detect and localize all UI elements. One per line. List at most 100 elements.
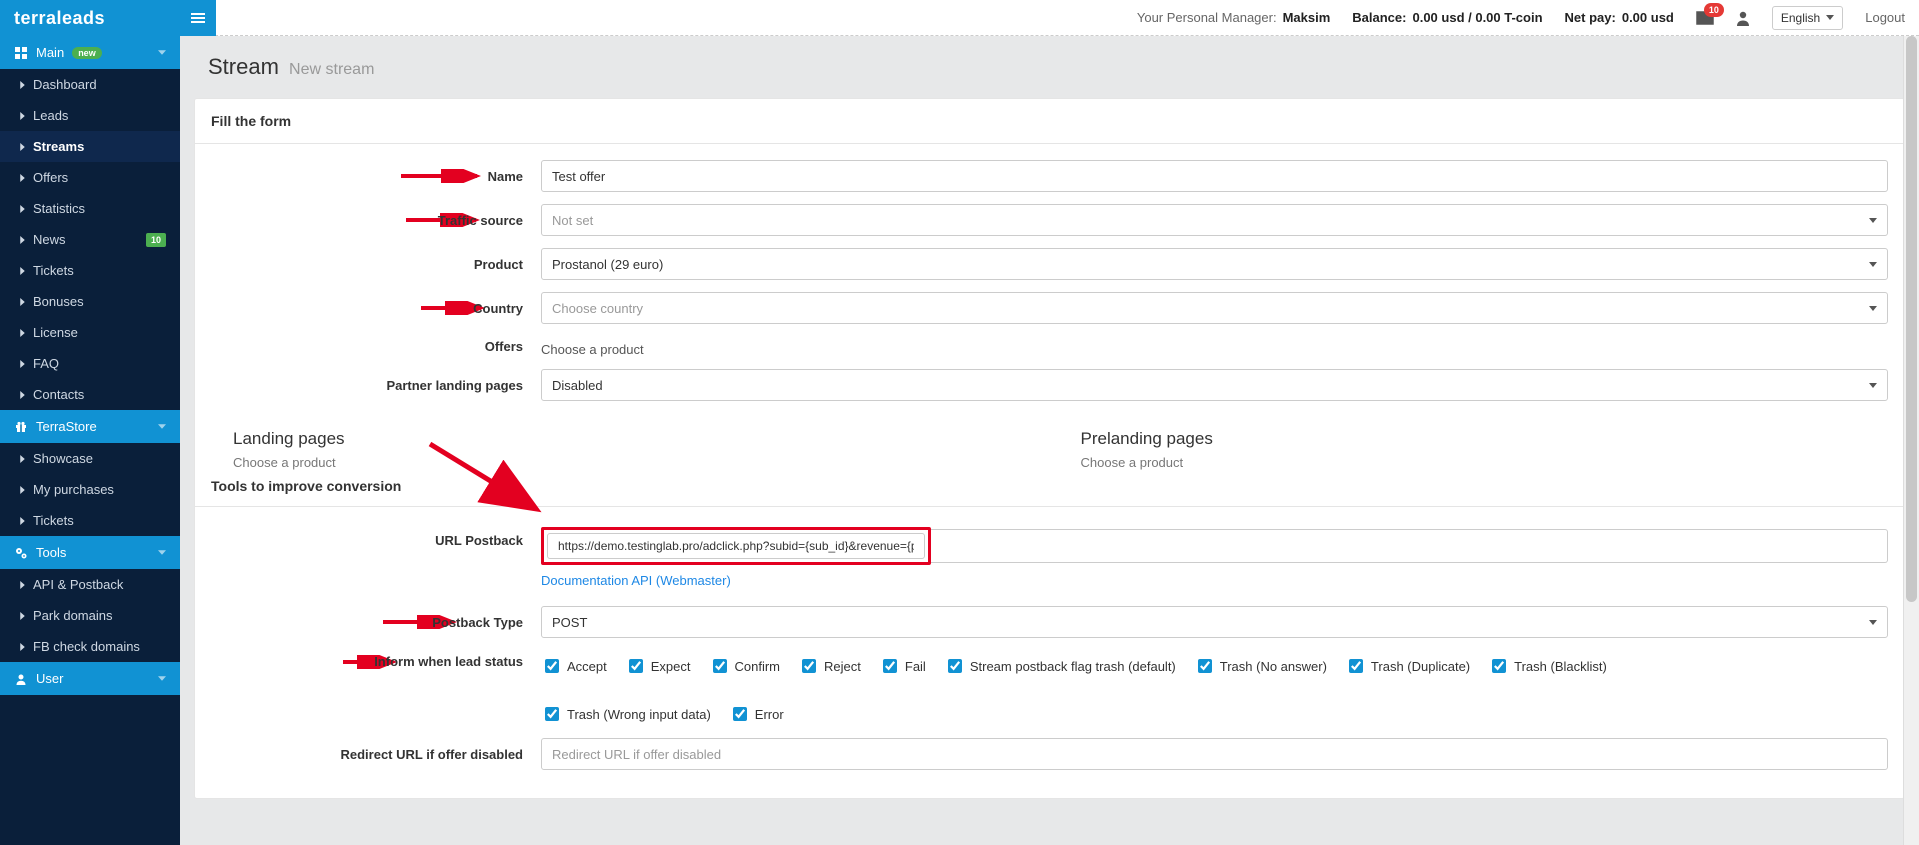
sidebar: terra leads Main new Dashboard Leads Str…	[0, 0, 180, 845]
sidebar-item-faq[interactable]: FAQ	[0, 348, 180, 379]
check-trash-duplicate[interactable]: Trash (Duplicate)	[1345, 656, 1470, 676]
topbar: Your Personal Manager: Maksim Balance: 0…	[180, 0, 1919, 36]
sidebar-item-tickets[interactable]: Tickets	[0, 255, 180, 286]
postback-highlight	[541, 527, 931, 565]
sidebar-toggle-button[interactable]	[180, 0, 216, 36]
checkbox-input[interactable]	[802, 659, 816, 673]
netpay-value: 0.00 usd	[1622, 10, 1674, 25]
postback-input-extension[interactable]	[931, 529, 1888, 563]
manager-name[interactable]: Maksim	[1283, 10, 1331, 25]
checkbox-input[interactable]	[733, 707, 747, 721]
chevron-right-icon	[20, 112, 25, 120]
sidebar-item-news[interactable]: News10	[0, 224, 180, 255]
profile-button[interactable]	[1736, 10, 1750, 26]
prelanding-hint: Choose a product	[1081, 455, 1889, 470]
checkbox-input[interactable]	[545, 707, 559, 721]
check-label: Trash (Wrong input data)	[567, 707, 711, 722]
sidebar-item-license[interactable]: License	[0, 317, 180, 348]
select-value: POST	[552, 615, 587, 630]
row-url-postback: URL Postback Documentation API (Webmaste…	[211, 527, 1888, 588]
brand-logo[interactable]: terra leads	[0, 0, 180, 36]
check-trash-noanswer[interactable]: Trash (No answer)	[1194, 656, 1327, 676]
sidebar-item-api-postback[interactable]: API & Postback	[0, 569, 180, 600]
name-input[interactable]	[541, 160, 1888, 192]
row-partner-landing: Partner landing pages Disabled	[211, 369, 1888, 401]
partner-landing-select[interactable]: Disabled	[541, 369, 1888, 401]
sidebar-item-contacts[interactable]: Contacts	[0, 379, 180, 410]
checkbox-input[interactable]	[883, 659, 897, 673]
check-confirm[interactable]: Confirm	[709, 656, 781, 676]
checkbox-input[interactable]	[1198, 659, 1212, 673]
select-value: Disabled	[552, 378, 603, 393]
check-trash-wronginput[interactable]: Trash (Wrong input data)	[541, 704, 711, 724]
check-label: Error	[755, 707, 784, 722]
page-title-text: Stream	[208, 54, 279, 79]
sidebar-item-park-domains[interactable]: Park domains	[0, 600, 180, 631]
check-accept[interactable]: Accept	[541, 656, 607, 676]
scrollbar-thumb[interactable]	[1906, 36, 1917, 602]
select-value: Prostanol (29 euro)	[552, 257, 663, 272]
documentation-link[interactable]: Documentation API (Webmaster)	[541, 573, 731, 588]
checkbox-input[interactable]	[713, 659, 727, 673]
sidebar-item-bonuses[interactable]: Bonuses	[0, 286, 180, 317]
row-redirect-url: Redirect URL if offer disabled	[211, 738, 1888, 770]
product-select[interactable]: Prostanol (29 euro)	[541, 248, 1888, 280]
check-reject[interactable]: Reject	[798, 656, 861, 676]
scrollbar-track[interactable]	[1903, 36, 1919, 845]
country-select[interactable]: Choose country	[541, 292, 1888, 324]
check-expect[interactable]: Expect	[625, 656, 691, 676]
checkbox-input[interactable]	[948, 659, 962, 673]
traffic-source-select[interactable]: Not set	[541, 204, 1888, 236]
page-subtitle: New stream	[289, 61, 374, 78]
postback-section: URL Postback Documentation API (Webmaste…	[195, 506, 1904, 798]
sidebar-item-my-purchases[interactable]: My purchases	[0, 474, 180, 505]
sidebar-item-label: Park domains	[33, 608, 166, 623]
redirect-url-input[interactable]	[541, 738, 1888, 770]
check-label: Accept	[567, 659, 607, 674]
chevron-right-icon	[20, 143, 25, 151]
sidebar-section-user[interactable]: User	[0, 662, 180, 695]
sidebar-section-tools[interactable]: Tools	[0, 536, 180, 569]
checkbox-input[interactable]	[1492, 659, 1506, 673]
chevron-right-icon	[20, 329, 25, 337]
sidebar-item-fb-check-domains[interactable]: FB check domains	[0, 631, 180, 662]
checkbox-input[interactable]	[629, 659, 643, 673]
messages-button[interactable]: 10	[1696, 11, 1714, 25]
sidebar-section-terrastore[interactable]: TerraStore	[0, 410, 180, 443]
checkbox-input[interactable]	[545, 659, 559, 673]
sidebar-section-main[interactable]: Main new	[0, 36, 180, 69]
check-fail[interactable]: Fail	[879, 656, 926, 676]
checkbox-input[interactable]	[1349, 659, 1363, 673]
balance-value: 0.00 usd / 0.00 T-coin	[1412, 10, 1542, 25]
sidebar-item-label: FB check domains	[33, 639, 166, 654]
sidebar-item-leads[interactable]: Leads	[0, 100, 180, 131]
badge-new: new	[72, 47, 102, 59]
language-select[interactable]: English	[1772, 6, 1843, 30]
check-trash-blacklist[interactable]: Trash (Blacklist)	[1488, 656, 1607, 676]
sidebar-menu: Main new Dashboard Leads Streams Offers …	[0, 36, 180, 845]
manager-label: Your Personal Manager:	[1137, 10, 1277, 25]
caret-down-icon	[1826, 15, 1834, 20]
landing-col: Landing pages Choose a product	[211, 429, 1041, 470]
url-postback-input[interactable]	[547, 533, 925, 559]
caret-down-icon	[1869, 620, 1877, 625]
label-postback-type: Postback Type	[211, 615, 541, 630]
offers-static: Choose a product	[541, 336, 1888, 357]
sidebar-item-offers[interactable]: Offers	[0, 162, 180, 193]
sidebar-item-statistics[interactable]: Statistics	[0, 193, 180, 224]
badge-count: 10	[146, 233, 166, 247]
sidebar-item-store-tickets[interactable]: Tickets	[0, 505, 180, 536]
grid-icon	[14, 47, 28, 59]
sidebar-item-label: Contacts	[33, 387, 166, 402]
postback-type-select[interactable]: POST	[541, 606, 1888, 638]
row-offers: Offers Choose a product	[211, 336, 1888, 357]
sidebar-item-streams[interactable]: Streams	[0, 131, 180, 162]
sidebar-item-dashboard[interactable]: Dashboard	[0, 69, 180, 100]
check-error[interactable]: Error	[729, 704, 784, 724]
panel-title: Fill the form	[195, 99, 1904, 143]
chevron-down-icon	[158, 550, 166, 555]
sidebar-item-label: Bonuses	[33, 294, 166, 309]
check-stream-trash[interactable]: Stream postback flag trash (default)	[944, 656, 1176, 676]
logout-link[interactable]: Logout	[1865, 10, 1905, 25]
sidebar-item-showcase[interactable]: Showcase	[0, 443, 180, 474]
